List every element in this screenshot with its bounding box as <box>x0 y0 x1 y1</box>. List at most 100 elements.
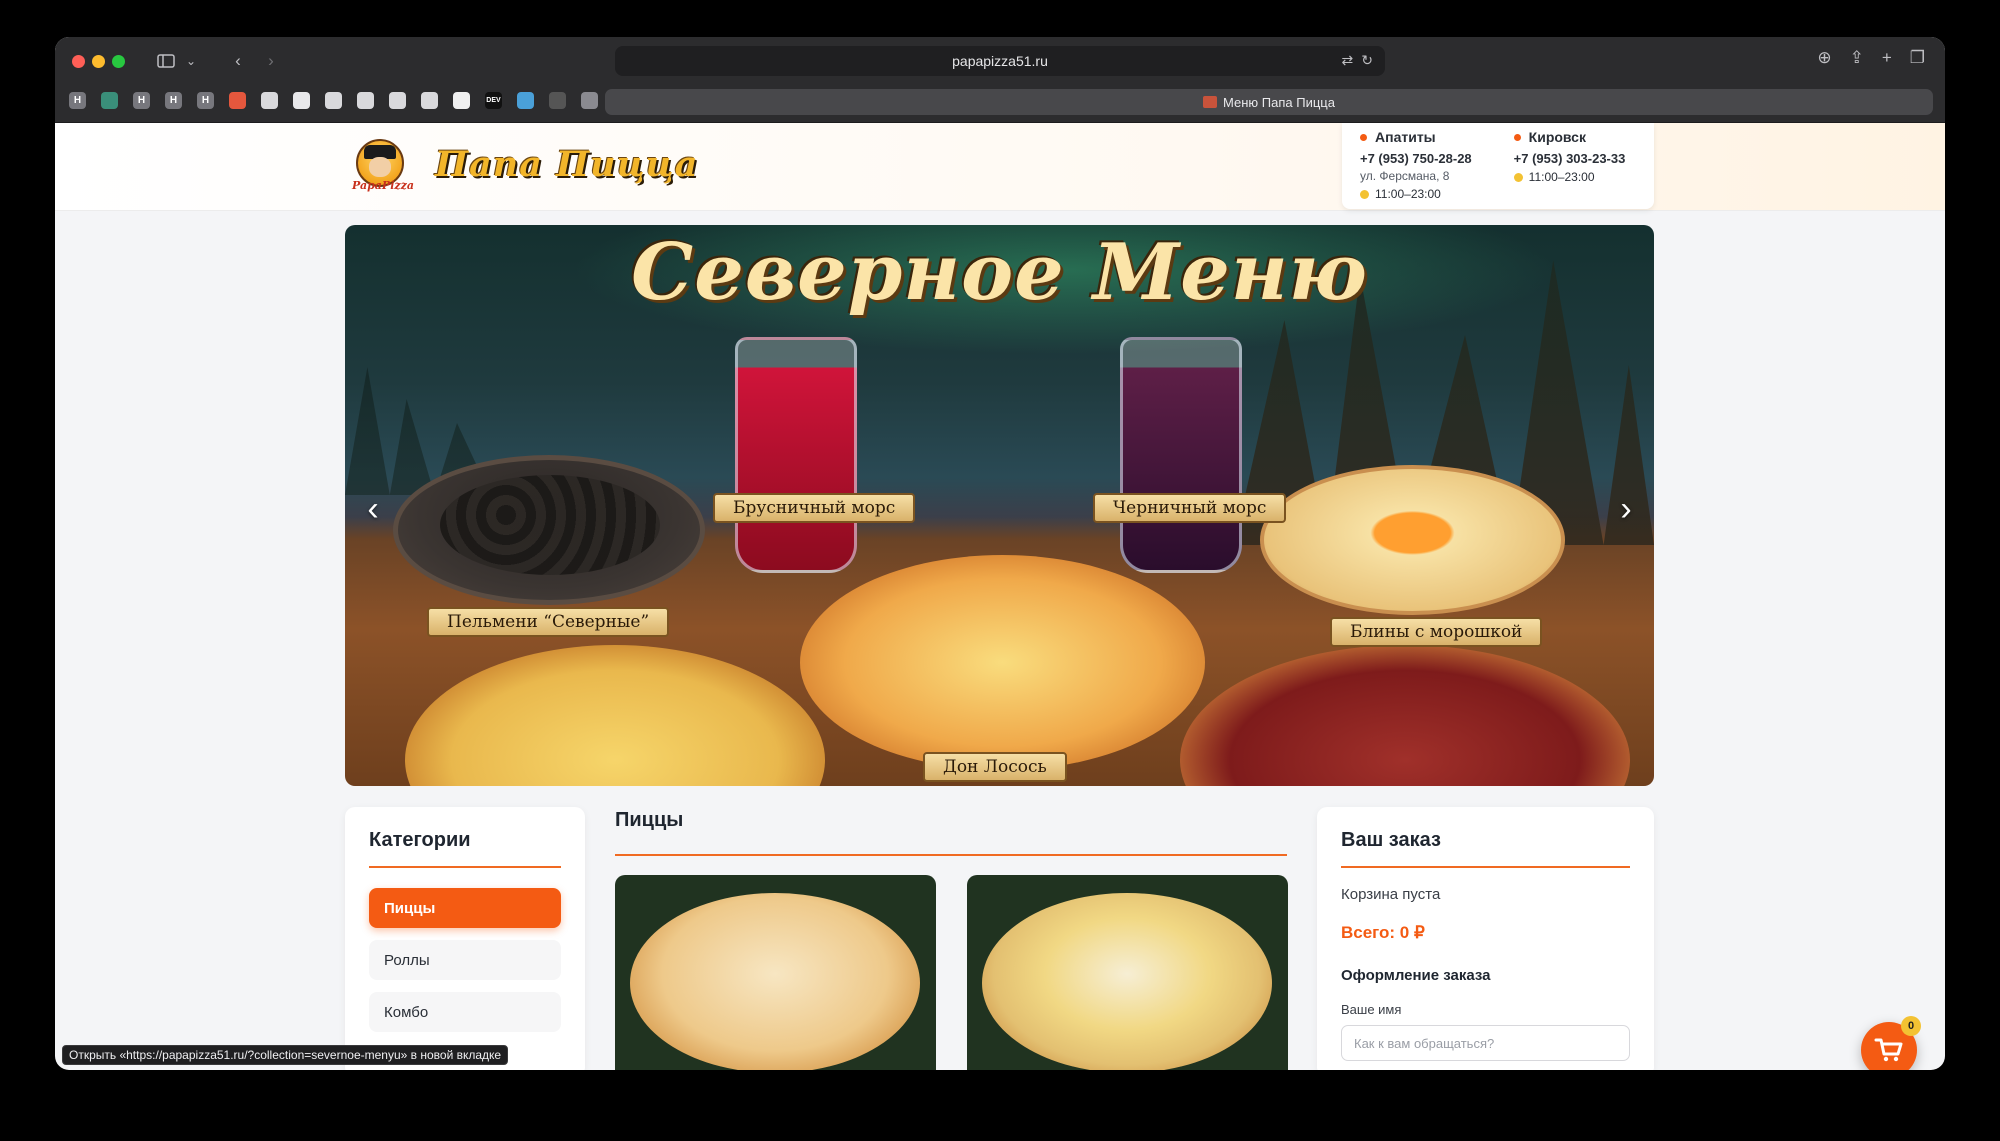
favorite-dev-icon[interactable]: DEV <box>485 92 502 109</box>
pizza-image <box>800 555 1205 770</box>
banner-label: Дон Лосось <box>923 752 1067 782</box>
forward-button[interactable]: › <box>260 48 282 74</box>
promo-banner[interactable]: Северное Меню Брусничный морс Черничный … <box>345 225 1654 786</box>
city-name: Апатиты <box>1360 129 1472 145</box>
clock-icon <box>1360 189 1369 199</box>
hours-label: 11:00–23:00 <box>1528 170 1595 184</box>
banner-label: Брусничный морс <box>713 493 916 523</box>
name-field-label: Ваше имя <box>1341 1002 1402 1017</box>
favorite-site-icon[interactable] <box>421 92 438 109</box>
browser-window: ⌄ ‹ › papapizza51.ru ⇄ ↻ ⊕ ⇪ + ❐ H H H H <box>55 37 1945 1070</box>
tab-favicon-icon <box>1203 96 1218 108</box>
tab-title: Меню Папа Пицца <box>1223 94 1335 110</box>
sidebar-icon[interactable] <box>155 48 177 74</box>
products-section-title: Пиццы <box>615 809 684 831</box>
category-rolls[interactable]: Роллы <box>369 940 561 980</box>
favorite-site-icon[interactable] <box>517 92 534 109</box>
active-tab[interactable]: Меню Папа Пицца <box>605 89 1933 115</box>
banner-label: Пельмени “Северные” <box>427 607 670 637</box>
github-icon[interactable] <box>453 92 470 109</box>
downloads-icon[interactable]: ⊕ <box>1817 48 1831 68</box>
logo-emblem[interactable]: PapaPizza <box>350 139 416 195</box>
fullscreen-window-button[interactable] <box>112 55 125 68</box>
favorite-site-icon[interactable]: H <box>69 92 86 109</box>
site-header: PapaPizza Папа Пицца Апатиты +7 (953) 75… <box>55 123 1945 211</box>
hours-label: 11:00–23:00 <box>1375 187 1441 201</box>
favorite-site-icon[interactable]: H <box>197 92 214 109</box>
favorite-site-icon[interactable] <box>581 92 598 109</box>
favorite-site-icon[interactable]: H <box>133 92 150 109</box>
order-panel: Ваш заказ Корзина пуста Всего: 0 ₽ Оформ… <box>1317 807 1654 1070</box>
banner-label: Блины с морошкой <box>1330 617 1543 647</box>
favorite-site-icon[interactable] <box>261 92 278 109</box>
dumplings-image <box>440 475 660 575</box>
url-text: papapizza51.ru <box>952 53 1048 69</box>
share-icon[interactable]: ⇪ <box>1850 48 1864 68</box>
contact-card: Апатиты +7 (953) 750-28-28 ул. Ферсмана,… <box>1342 123 1654 209</box>
slider-prev-button[interactable]: ‹ <box>353 489 393 529</box>
favorite-site-icon[interactable]: H <box>165 92 182 109</box>
cart-count-badge: 0 <box>1901 1016 1921 1036</box>
salmon-pizza-image <box>1180 645 1630 786</box>
address-bar[interactable]: papapizza51.ru ⇄ ↻ <box>615 46 1385 76</box>
web-page: PapaPizza Папа Пицца Апатиты +7 (953) 75… <box>55 123 1945 1070</box>
opening-hours: 11:00–23:00 <box>1513 170 1626 184</box>
banner-title: Северное Меню <box>631 227 1368 318</box>
pizza-photo <box>982 893 1272 1070</box>
name-field[interactable] <box>1341 1025 1630 1061</box>
favorite-site-icon[interactable] <box>293 92 310 109</box>
categories-panel: Категории Пиццы Роллы Комбо <box>345 807 585 1070</box>
back-button[interactable]: ‹ <box>227 48 249 74</box>
cart-icon <box>1874 1038 1903 1062</box>
close-window-button[interactable] <box>72 55 85 68</box>
opening-hours: 11:00–23:00 <box>1360 187 1472 201</box>
city-label: Кировск <box>1528 129 1586 145</box>
checkout-title: Оформление заказа <box>1341 967 1491 984</box>
favorite-code-icon[interactable] <box>229 92 246 109</box>
product-card[interactable] <box>615 875 936 1070</box>
section-divider <box>615 854 1287 856</box>
pizza-photo <box>630 893 920 1070</box>
favorite-site-icon[interactable] <box>357 92 374 109</box>
categories-title: Категории <box>369 829 561 868</box>
lingonberry-drink-image <box>735 337 857 573</box>
category-combo[interactable]: Комбо <box>369 992 561 1032</box>
tab-overview-icon[interactable]: ❐ <box>1910 48 1925 68</box>
location-dot-icon <box>1360 133 1367 141</box>
translate-icon[interactable]: ⇄ <box>1342 52 1354 69</box>
city-label: Апатиты <box>1375 129 1436 145</box>
phone-link[interactable]: +7 (953) 750-28-28 <box>1360 151 1472 166</box>
category-pizza[interactable]: Пиццы <box>369 888 561 928</box>
location-apatity: Апатиты +7 (953) 750-28-28 ул. Ферсмана,… <box>1360 129 1472 203</box>
cart-button[interactable]: 0 <box>1861 1016 1921 1070</box>
favorite-site-icon[interactable] <box>325 92 342 109</box>
banner-label: Черничный морс <box>1093 493 1287 523</box>
new-tab-icon[interactable]: + <box>1882 48 1892 68</box>
minimize-window-button[interactable] <box>92 55 105 68</box>
clock-icon <box>1513 172 1523 182</box>
slider-next-button[interactable]: › <box>1606 489 1646 529</box>
cart-empty-text: Корзина пуста <box>1341 886 1441 903</box>
pancakes-image <box>1260 465 1565 615</box>
link-status-bar: Открыть «https://papapizza51.ru/?collect… <box>62 1045 509 1065</box>
phone-link[interactable]: +7 (953) 303-23-33 <box>1514 151 1626 166</box>
favorites-bar: H H H H DEV <box>69 92 598 109</box>
product-card[interactable] <box>967 875 1288 1070</box>
logo-title[interactable]: Папа Пицца <box>435 144 698 185</box>
logo-face <box>369 157 391 177</box>
address: ул. Ферсмана, 8 <box>1360 169 1450 183</box>
reload-icon[interactable]: ↻ <box>1361 52 1373 69</box>
favorite-site-icon[interactable] <box>549 92 566 109</box>
favorite-site-icon[interactable] <box>101 92 118 109</box>
location-kirovsk: Кировск +7 (953) 303-23-33 11:00–23:00 <box>1513 129 1626 203</box>
pizza-image <box>405 645 825 786</box>
order-total: Всего: 0 ₽ <box>1341 923 1425 942</box>
blueberry-drink-image <box>1120 337 1242 573</box>
browser-toolbar: ⌄ ‹ › papapizza51.ru ⇄ ↻ ⊕ ⇪ + ❐ H H H H <box>55 37 1945 123</box>
favorite-site-icon[interactable] <box>389 92 406 109</box>
order-title: Ваш заказ <box>1341 829 1630 868</box>
chevron-down-icon[interactable]: ⌄ <box>183 48 199 74</box>
city-name: Кировск <box>1513 129 1626 145</box>
logo-small-text: PapaPizza <box>352 179 414 192</box>
location-dot-icon <box>1513 133 1521 141</box>
